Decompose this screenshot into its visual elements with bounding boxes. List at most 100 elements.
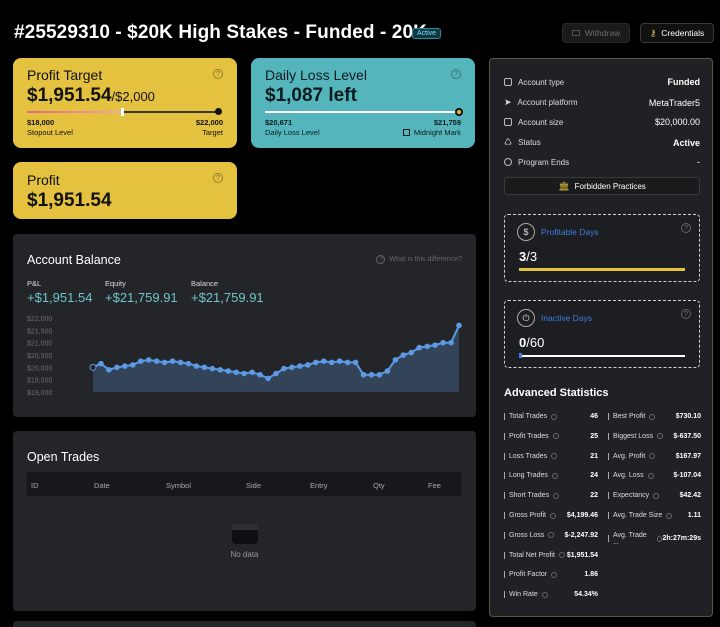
balance-point[interactable]	[249, 369, 255, 376]
balance-point[interactable]	[408, 349, 415, 356]
balance-point[interactable]	[432, 342, 438, 348]
help-icon[interactable]: ?	[681, 223, 691, 233]
balance-point[interactable]	[328, 359, 335, 366]
balance-point[interactable]	[225, 368, 232, 374]
help-icon[interactable]	[653, 492, 660, 499]
stat-label: Profit Trades	[504, 433, 559, 440]
balance-point[interactable]	[368, 371, 375, 378]
balance-point[interactable]	[400, 352, 407, 358]
balance-point[interactable]	[161, 359, 168, 366]
balance-point[interactable]	[193, 363, 200, 369]
advanced-statistics-title: Advanced Statistics	[504, 387, 609, 399]
recycle-icon: ♺	[504, 137, 513, 147]
daily-loss-card: Daily Loss Level ? $1,087 left $20,671 D…	[251, 58, 475, 148]
help-icon[interactable]	[649, 413, 656, 420]
equity-value: +$21,759.91	[105, 290, 178, 305]
balance-point[interactable]	[352, 359, 359, 366]
balance-point[interactable]	[297, 363, 303, 369]
stat-value: $-107.04	[673, 472, 701, 480]
profit-title: Profit	[27, 172, 60, 188]
balance-point[interactable]	[177, 359, 184, 366]
balance-point[interactable]	[233, 369, 240, 376]
stat-label: Gross Profit	[504, 512, 556, 519]
account-sidebar: Account type Funded ➤ Account platform Me…	[489, 58, 713, 617]
balance-point[interactable]	[448, 339, 454, 346]
help-icon[interactable]	[548, 532, 555, 539]
withdraw-label: Withdraw	[584, 28, 621, 38]
balance-point[interactable]	[424, 343, 430, 350]
balance-point[interactable]	[217, 367, 224, 373]
balance-point[interactable]	[114, 364, 120, 371]
help-icon[interactable]	[551, 571, 558, 578]
help-text: What is this difference?	[389, 256, 462, 263]
external-link-icon[interactable]	[402, 129, 410, 136]
balance-point[interactable]	[320, 358, 327, 364]
help-icon[interactable]	[551, 453, 558, 460]
balance-point[interactable]	[185, 360, 192, 367]
help-icon[interactable]: ?	[213, 69, 223, 79]
balance-point[interactable]	[106, 367, 112, 373]
balance-point[interactable]	[265, 375, 271, 382]
daily-loss-track	[265, 111, 459, 113]
stat-label: Avg. Trade ...	[608, 532, 663, 546]
balance-point[interactable]	[360, 371, 367, 378]
balance-point[interactable]	[336, 358, 343, 364]
balance-point[interactable]	[273, 370, 279, 377]
balance-point[interactable]	[289, 364, 295, 371]
help-icon[interactable]	[541, 591, 548, 598]
inactive-days-track	[519, 355, 685, 357]
balance-point[interactable]	[153, 358, 160, 364]
balance-point[interactable]	[98, 360, 104, 367]
help-icon[interactable]	[649, 453, 656, 460]
empty-state-icon	[232, 524, 258, 544]
balance-point[interactable]	[440, 339, 446, 346]
stat-value: 24	[590, 472, 598, 480]
midnight-dot	[455, 108, 463, 116]
balance-point[interactable]	[305, 362, 311, 368]
help-icon[interactable]	[551, 472, 558, 479]
balance-point[interactable]	[137, 358, 144, 364]
balance-point[interactable]	[209, 365, 216, 372]
forbidden-practices-button[interactable]: 🏛 Forbidden Practices	[504, 177, 700, 195]
stat-row: Gross Profit $4,199.46	[504, 512, 598, 519]
help-icon[interactable]	[558, 552, 565, 559]
profit-target-fill	[27, 111, 122, 113]
withdraw-button[interactable]: Withdraw	[562, 23, 630, 43]
balance-point[interactable]	[344, 359, 351, 366]
balance-point[interactable]	[456, 322, 462, 329]
stat-row: Avg. Trade Size 1.11	[608, 512, 701, 519]
balance-point[interactable]	[281, 365, 287, 372]
no-data-text: No data	[230, 550, 259, 559]
help-icon[interactable]: ?	[681, 309, 691, 319]
help-icon[interactable]	[553, 492, 560, 499]
help-icon[interactable]	[552, 433, 559, 440]
help-icon[interactable]	[551, 413, 558, 420]
help-icon[interactable]	[657, 433, 664, 440]
balance-point[interactable]	[169, 358, 176, 364]
balance-difference-help[interactable]: ? What is this difference?	[376, 255, 462, 264]
balance-point[interactable]	[201, 364, 208, 371]
balance-point[interactable]	[145, 357, 152, 363]
plug-icon: ⏻	[517, 309, 535, 327]
balance-point[interactable]	[392, 357, 399, 363]
balance-point[interactable]	[241, 370, 247, 377]
balance-point[interactable]	[122, 363, 128, 369]
stopout-label: Stopout Level	[27, 128, 73, 137]
stat-label: Avg. Profit	[608, 453, 656, 460]
help-icon[interactable]	[666, 512, 673, 519]
credentials-button[interactable]: ⚷ Credentials	[640, 23, 714, 43]
help-icon[interactable]: ?	[451, 69, 461, 79]
balance-point[interactable]	[384, 368, 391, 374]
balance-point[interactable]	[257, 371, 263, 378]
balance-value: +$21,759.91	[191, 290, 264, 305]
profit-amount: $1,951.54	[27, 190, 112, 211]
balance-point[interactable]	[312, 359, 319, 366]
balance-point[interactable]	[376, 371, 383, 378]
help-icon[interactable]: ?	[213, 173, 223, 183]
stat-value: $-637.50	[673, 432, 701, 440]
help-icon[interactable]	[647, 472, 654, 479]
balance-point[interactable]	[129, 362, 136, 368]
help-icon[interactable]	[549, 512, 556, 519]
balance-point[interactable]	[89, 363, 97, 371]
balance-point[interactable]	[416, 344, 423, 351]
